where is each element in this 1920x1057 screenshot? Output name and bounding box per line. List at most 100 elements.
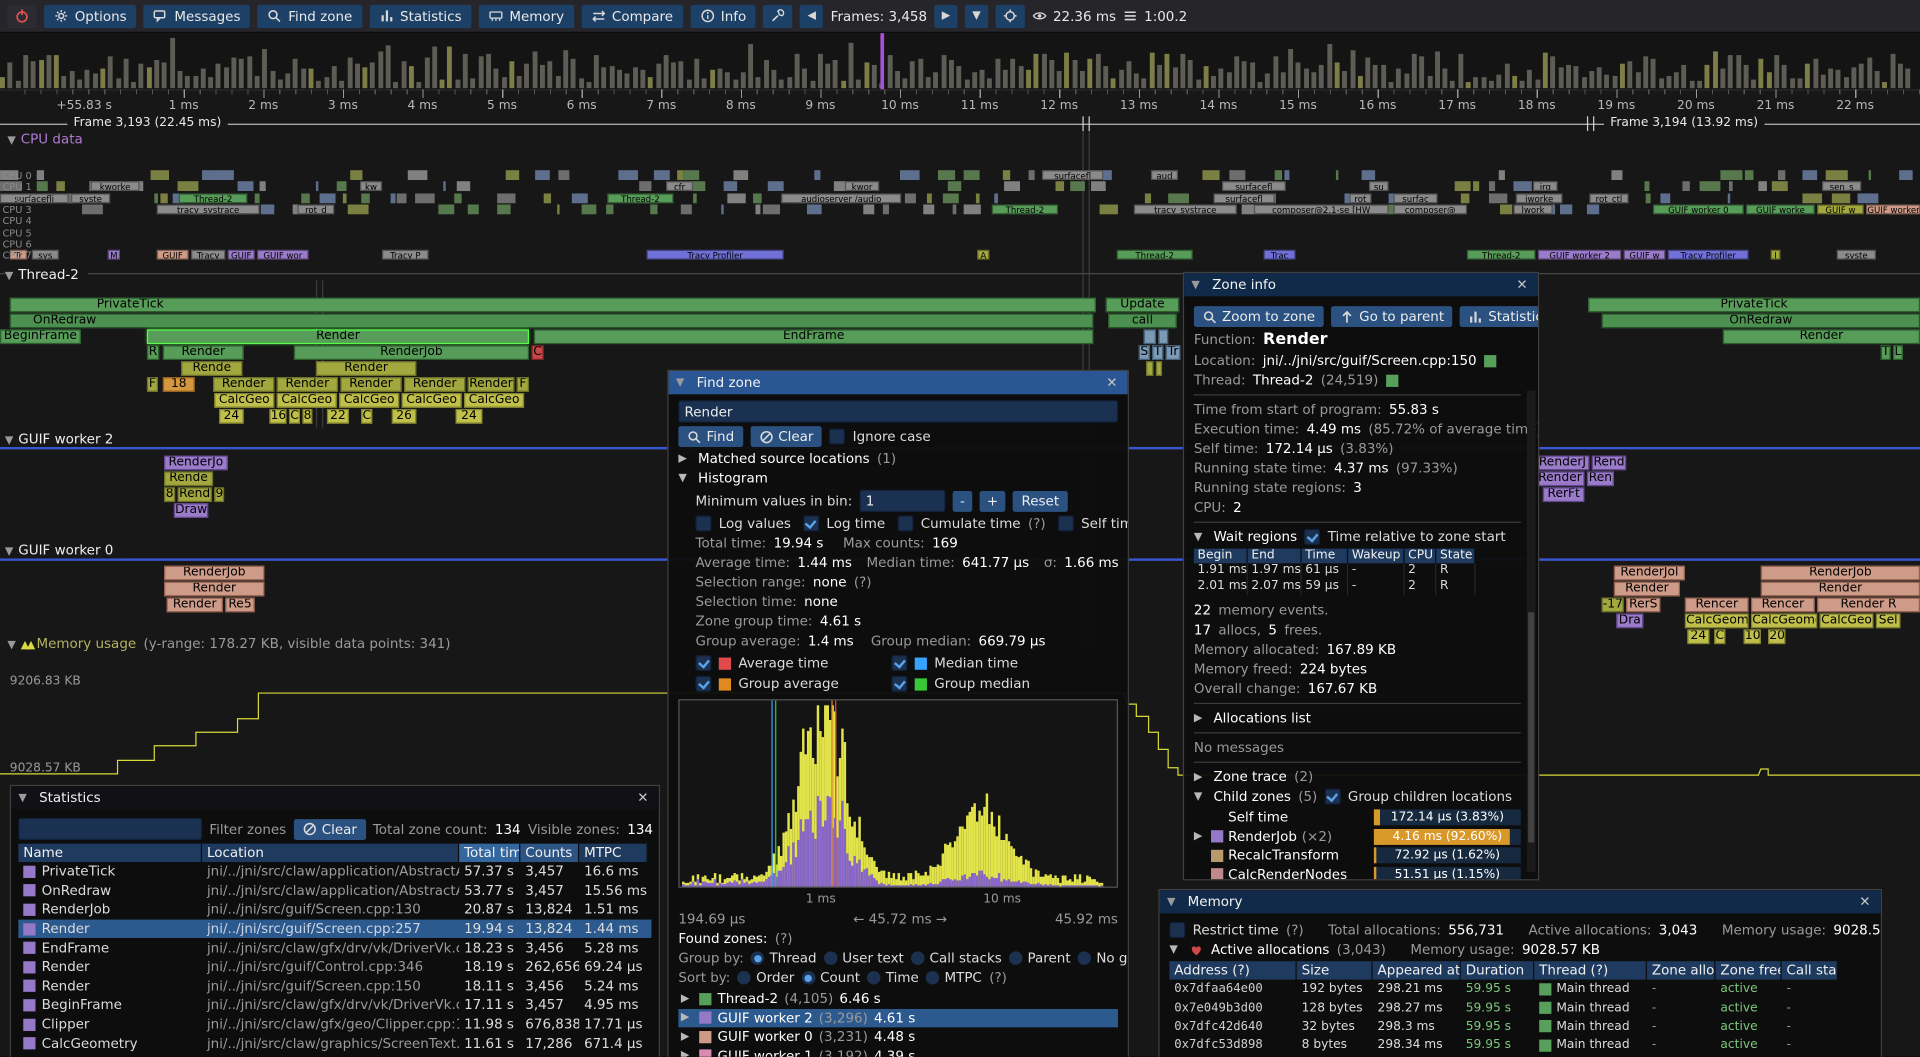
zone-renderjob[interactable]: RenderJob — [164, 566, 264, 581]
cpu-segment[interactable] — [1284, 170, 1289, 180]
zone-calcgeo[interactable]: CalcGeo — [464, 393, 524, 408]
cpu-segment[interactable] — [1728, 193, 1731, 203]
cpu-zone-tracy-p[interactable]: Tracy P — [382, 250, 429, 260]
cpu-segment[interactable] — [301, 193, 310, 203]
allocations-list-node[interactable]: ▶ Allocations list — [1194, 710, 1521, 726]
cpu-zone-iworke[interactable]: iworke — [1516, 193, 1563, 203]
column-header-thread[interactable]: Thread (?) — [1534, 961, 1647, 979]
zone-draw[interactable]: Draw — [174, 503, 208, 518]
reset-button[interactable]: Reset — [1013, 490, 1068, 511]
cpu-segment[interactable] — [943, 193, 959, 203]
zone-c[interactable]: C — [361, 409, 372, 424]
group-median-checkbox[interactable] — [891, 676, 907, 692]
zone-privatetick[interactable]: PrivateTick — [10, 298, 1096, 313]
cpu-segment[interactable] — [454, 193, 462, 203]
matched-locations-node[interactable]: ▶ Matched source locations (1) — [678, 451, 1118, 467]
cpu-zone-aud[interactable]: aud — [1151, 170, 1178, 180]
zone-calcgeo[interactable]: CalcGeo — [214, 393, 274, 408]
zone-zone[interactable] — [1158, 329, 1168, 344]
frame-label-right[interactable]: Frame 3,194 (13.92 ms) — [1604, 116, 1764, 129]
frame-label-left[interactable]: Frame 3,193 (22.45 ms) — [67, 116, 227, 129]
minimap-cursor[interactable] — [880, 33, 884, 89]
column-header-call-stack[interactable]: Call stack — [1782, 961, 1838, 979]
clear-filter-button[interactable]: Clear — [294, 819, 366, 840]
zone-onredraw[interactable]: OnRedraw — [1602, 313, 1920, 328]
child-zone-renderjob[interactable]: ▶RenderJob(×2)4.16 ms (92.60%) — [1194, 827, 1521, 846]
zone-l[interactable]: L — [1893, 345, 1903, 360]
goto-frame-button[interactable] — [995, 4, 1024, 27]
zone-render[interactable]: Render — [163, 345, 244, 360]
toolbar-button-compare[interactable]: Compare — [581, 4, 683, 27]
zone-endframe[interactable]: EndFrame — [534, 329, 1094, 344]
cpu-segment[interactable] — [160, 193, 168, 203]
cpu-segment[interactable] — [1473, 182, 1479, 192]
min-bin-increment-button[interactable]: + — [980, 490, 1006, 511]
statistics-titlebar[interactable]: ▼ Statistics ✕ — [11, 786, 659, 809]
filter-input[interactable] — [18, 818, 202, 840]
histogram-node[interactable]: ▼ Histogram — [678, 470, 1118, 486]
zone-render[interactable]: Render — [1614, 582, 1680, 597]
cpu-zone-tracy-profiler[interactable]: Tracy Profiler — [647, 250, 784, 260]
cpu-segment[interactable] — [443, 182, 446, 192]
cpu-zone-guif-wor[interactable]: GUIF wor — [257, 250, 308, 260]
order-radio[interactable] — [738, 971, 751, 984]
cpu-segment[interactable] — [497, 204, 511, 214]
cpu-zone-guif-worke[interactable]: GUIF worke — [1746, 204, 1815, 214]
cpu-segment[interactable] — [582, 204, 597, 214]
cpu-segment[interactable] — [259, 182, 266, 192]
clear-button[interactable]: Clear — [750, 426, 822, 447]
cpu-segment[interactable] — [756, 204, 761, 214]
cpu-segment[interactable] — [361, 193, 370, 203]
close-icon[interactable]: ✕ — [1856, 894, 1873, 910]
cpu-segment[interactable] — [904, 193, 916, 203]
collapse-icon[interactable]: ▼ — [1191, 279, 1199, 291]
close-icon[interactable]: ✕ — [1513, 277, 1530, 293]
zone-update[interactable]: Update — [1106, 298, 1179, 313]
zone-render[interactable]: Render — [340, 377, 401, 392]
cpu-segment[interactable] — [316, 182, 319, 192]
thread-header-thread-2[interactable]: ▼Thread-2 — [5, 267, 89, 283]
cpu-segment[interactable] — [1803, 193, 1823, 203]
zone-location[interactable]: jni/../jni/src/guif/Screen.cpp:150 — [1263, 353, 1477, 369]
cpu-segment[interactable] — [350, 170, 362, 180]
child-zone-self-time[interactable]: Self time172.14 µs (3.83%) — [1194, 808, 1521, 827]
call-stacks-radio[interactable] — [911, 951, 924, 964]
zone-zone[interactable] — [1144, 329, 1156, 344]
cpu-segment[interactable] — [261, 204, 274, 214]
zone-dra[interactable]: Dra — [1616, 613, 1643, 628]
zone-8[interactable]: 8 — [302, 409, 312, 424]
cpu-segment[interactable] — [82, 204, 103, 214]
min-bin-decrement-button[interactable]: - — [953, 490, 973, 511]
allocations-table-header[interactable]: Address (?)SizeAppeared atDurationThread… — [1169, 961, 1871, 979]
toolbar-button-info[interactable]: Info — [690, 4, 756, 27]
cpu-segment[interactable] — [734, 170, 749, 180]
zone-render-r[interactable]: Render R — [1817, 598, 1920, 613]
column-header-zone-alloc[interactable]: Zone alloc — [1647, 961, 1716, 979]
cpu-segment[interactable] — [1778, 170, 1785, 180]
cpu-segment[interactable] — [1362, 170, 1375, 180]
cpu-zone-surfacefl[interactable]: surfacefl — [1213, 193, 1274, 203]
no-grouping-radio[interactable] — [1078, 951, 1091, 964]
zone-f[interactable]: F — [517, 377, 529, 392]
zone-render[interactable]: Render — [1761, 582, 1920, 597]
cpu-segment[interactable] — [343, 193, 346, 203]
cpu-zone-m[interactable]: M — [108, 250, 120, 260]
log-values-checkbox[interactable] — [696, 516, 712, 532]
cpu-zone-guif-worker-1[interactable]: GUIF worker 1 — [1866, 204, 1920, 214]
zone-renderjob[interactable]: RenderJob — [1761, 566, 1920, 581]
zone-rerft[interactable]: RerFt — [1543, 487, 1585, 502]
cpu-segment[interactable] — [1028, 170, 1034, 180]
zone-info-window[interactable]: ▼ Zone info ✕ Zoom to zoneGo to parentSt… — [1183, 272, 1539, 881]
cpu-segment[interactable] — [1646, 193, 1650, 203]
found-group-guif-worker-2[interactable]: ▶GUIF worker 2(3,296)4.61 s — [678, 1008, 1118, 1027]
median-time-checkbox[interactable] — [891, 655, 907, 671]
cpu-segment[interactable] — [1661, 193, 1670, 203]
zone-c[interactable]: C — [289, 409, 300, 424]
cpu-segment[interactable] — [753, 193, 762, 203]
frame-minimap[interactable] — [0, 33, 1920, 91]
parent-radio[interactable] — [1009, 951, 1022, 964]
search-input[interactable] — [678, 400, 1118, 422]
cpu-segment[interactable] — [337, 182, 347, 192]
thread-header-guif-worker-0[interactable]: ▼GUIF worker 0 — [5, 542, 123, 558]
cpu-zone-guif-worker-2[interactable]: GUIF worker 2 — [1538, 250, 1621, 260]
